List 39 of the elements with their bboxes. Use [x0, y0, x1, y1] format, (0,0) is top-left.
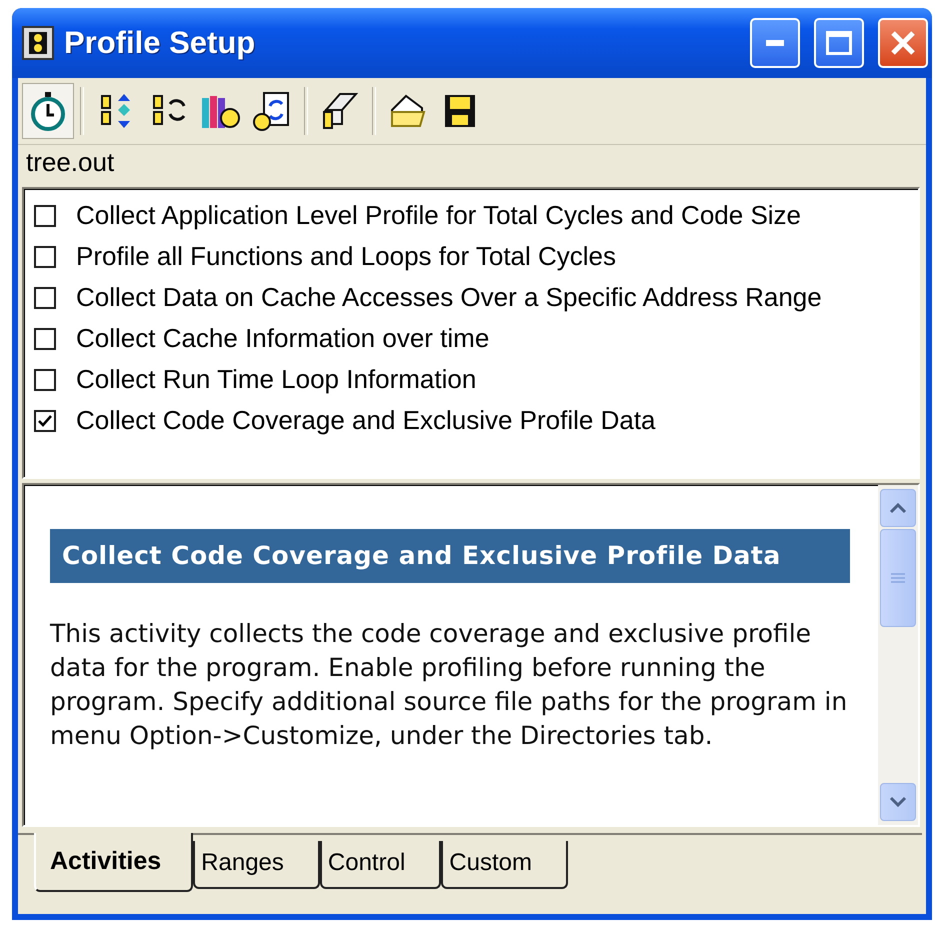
checkbox[interactable]	[34, 328, 56, 350]
chevron-up-icon	[889, 502, 907, 514]
eraser-icon	[320, 90, 360, 132]
maximize-button[interactable]	[814, 18, 864, 68]
file-name: tree.out	[25, 146, 116, 179]
activity-label[interactable]: Collect Run Time Loop Information	[76, 364, 476, 395]
tab[interactable]: Control	[320, 841, 442, 889]
checkbox[interactable]	[34, 286, 56, 308]
close-icon	[890, 30, 916, 56]
chevron-down-icon	[889, 796, 907, 808]
tab[interactable]: Ranges	[193, 841, 320, 889]
tab[interactable]: Activities	[34, 833, 194, 892]
maximize-icon	[826, 31, 852, 55]
stopwatch-icon	[28, 90, 68, 132]
description-heading: Collect Code Coverage and Exclusive Profile Data	[50, 529, 850, 583]
activity-label[interactable]: Profile all Functions and Loops for Total Cycles	[76, 241, 616, 272]
activity-label[interactable]: Collect Data on Cache Accesses Over a Specific Address Range	[76, 282, 822, 313]
minimize-button[interactable]	[750, 18, 800, 68]
checkbox[interactable]	[34, 410, 56, 432]
minimize-icon	[766, 40, 784, 46]
window-title: Profile Setup	[64, 25, 256, 61]
activity-label[interactable]: Collect Code Coverage and Exclusive Profile Data	[76, 405, 656, 436]
close-button[interactable]	[878, 18, 928, 68]
toolbar-button[interactable]	[22, 83, 74, 139]
scroll-down-button[interactable]	[880, 783, 916, 821]
description-text: This activity collects the code coverage and exclusive profile data for the program. Enable profiling before running the program. Specify additional source file paths for the program in menu Option->Customize, under the Directories tab.	[50, 618, 848, 752]
app-icon	[22, 26, 54, 60]
activity-label[interactable]: Collect Cache Information over time	[76, 323, 490, 354]
checkbox[interactable]	[34, 246, 56, 268]
grip-icon	[891, 572, 905, 584]
scrollbar[interactable]	[878, 485, 918, 825]
tab[interactable]: Custom	[441, 841, 568, 889]
activity-label[interactable]: Collect Application Level Profile for Total Cycles and Code Size	[76, 200, 802, 231]
checkbox[interactable]	[34, 368, 56, 390]
check-icon	[38, 414, 52, 426]
checkbox[interactable]	[34, 204, 56, 226]
scroll-up-button[interactable]	[880, 489, 916, 527]
scroll-thumb[interactable]	[880, 529, 916, 627]
page-refresh-icon	[252, 90, 292, 132]
